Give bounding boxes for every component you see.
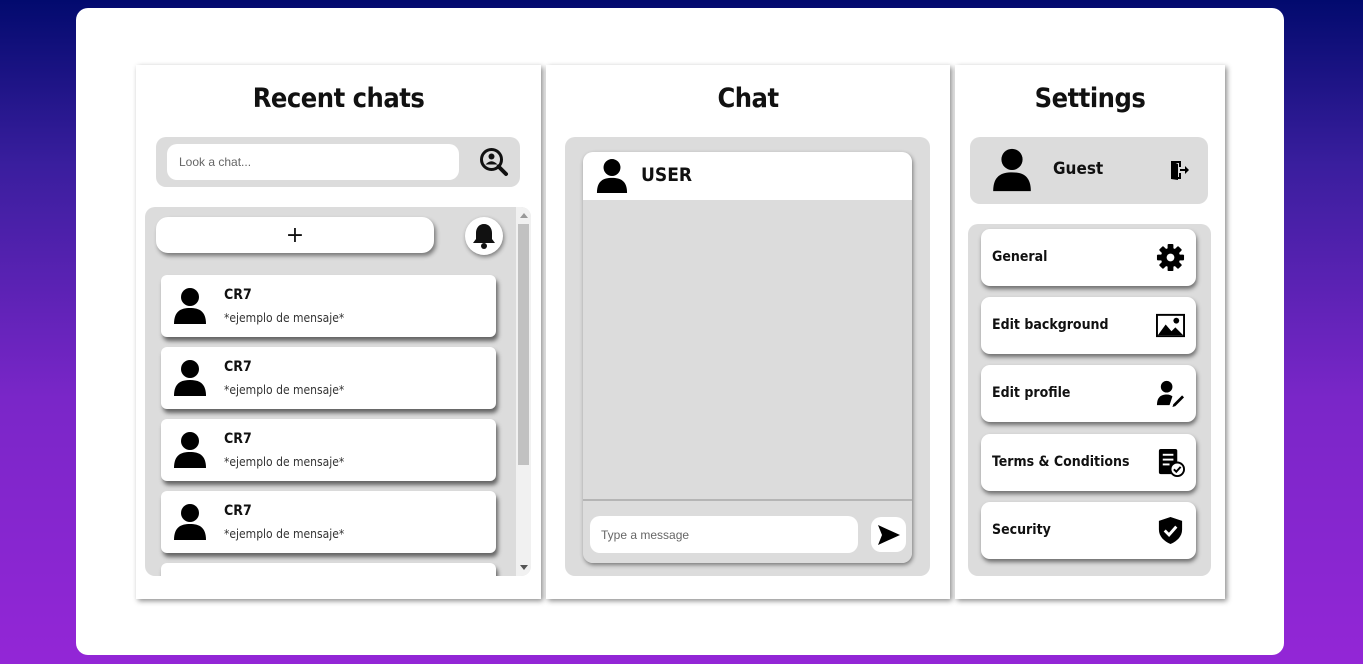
shield-check-icon (1158, 516, 1183, 545)
chat-search-box (156, 137, 520, 187)
bell-icon (473, 224, 495, 249)
gear-icon (1156, 243, 1185, 272)
message-input[interactable] (590, 516, 858, 553)
image-icon (1156, 313, 1185, 338)
chat-list-item[interactable]: CR7 *ejemplo de mensaje* (161, 275, 496, 337)
chat-header: USER (583, 152, 912, 200)
user-avatar-icon (174, 432, 206, 468)
send-icon (877, 524, 900, 545)
chat-list-item[interactable]: CR7 *ejemplo de mensaje* (161, 347, 496, 409)
user-edit-icon (1156, 380, 1185, 408)
chat-name: CR7 (224, 503, 252, 519)
chat-user-name: USER (641, 164, 693, 186)
chat-name: CR7 (224, 431, 252, 447)
logout-icon[interactable] (1168, 159, 1190, 181)
chat-preview: *ejemplo de mensaje* (224, 527, 345, 541)
user-avatar-icon (174, 504, 206, 540)
chat-preview: *ejemplo de mensaje* (224, 383, 345, 397)
chat-title: Chat (717, 83, 779, 114)
chat-list-item[interactable]: CR7 *ejemplo de mensaje* (161, 419, 496, 481)
chat-panel: Chat USER (546, 65, 950, 599)
user-avatar-icon (174, 288, 206, 324)
scroll-thumb[interactable] (518, 224, 529, 465)
option-label: Edit profile (992, 385, 1071, 401)
chat-name: CR7 (224, 287, 252, 303)
settings-general-button[interactable]: General (981, 229, 1196, 286)
message-composer (583, 503, 912, 563)
document-check-icon (1158, 448, 1185, 477)
chat-list-item-partial[interactable] (161, 563, 496, 576)
chat-list-scrollbar[interactable] (516, 207, 531, 576)
chat-preview: *ejemplo de mensaje* (224, 455, 345, 469)
chat-list-item[interactable]: CR7 *ejemplo de mensaje* (161, 491, 496, 553)
add-chat-button[interactable]: + (156, 217, 434, 253)
option-label: Terms & Conditions (992, 454, 1130, 470)
option-label: Security (992, 522, 1051, 538)
profile-box: Guest (970, 137, 1208, 204)
search-user-icon[interactable] (479, 147, 509, 177)
chat-preview: *ejemplo de mensaje* (224, 311, 345, 325)
notifications-button[interactable] (465, 217, 503, 255)
settings-edit-profile-button[interactable]: Edit profile (981, 365, 1196, 422)
chat-window: USER (583, 152, 912, 563)
user-avatar-icon (174, 360, 206, 396)
user-avatar-icon (993, 148, 1031, 192)
chat-frame: USER (565, 137, 930, 576)
scroll-up-arrow-icon[interactable] (520, 213, 528, 218)
user-avatar-icon (596, 159, 628, 193)
chat-name: CR7 (224, 359, 252, 375)
option-label: General (992, 249, 1048, 265)
settings-edit-background-button[interactable]: Edit background (981, 297, 1196, 354)
settings-options: General Edit background Edit profile Ter… (968, 224, 1211, 576)
settings-terms-button[interactable]: Terms & Conditions (981, 434, 1196, 491)
main-card: Recent chats + CR7 (76, 8, 1284, 655)
scroll-down-arrow-icon[interactable] (520, 565, 528, 570)
chat-list: + CR7 *ejemplo de mensaje* CR7 *ejemplo … (145, 207, 531, 576)
messages-area (583, 200, 912, 501)
recent-chats-panel: Recent chats + CR7 (136, 65, 541, 599)
send-button[interactable] (871, 517, 906, 552)
chat-search-input[interactable] (167, 144, 459, 180)
recent-chats-title: Recent chats (252, 83, 425, 114)
option-label: Edit background (992, 317, 1109, 333)
settings-panel: Settings Guest General Edit background E… (955, 65, 1225, 599)
settings-title: Settings (1034, 83, 1146, 114)
settings-security-button[interactable]: Security (981, 502, 1196, 559)
profile-name: Guest (1053, 159, 1104, 179)
